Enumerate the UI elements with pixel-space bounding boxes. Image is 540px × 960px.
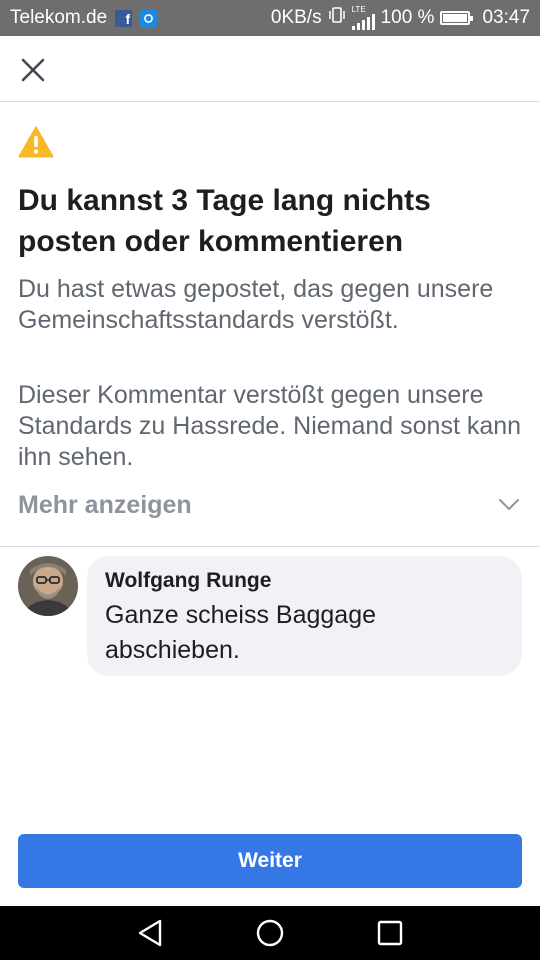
signal-icon — [351, 14, 375, 30]
chevron-down-icon — [499, 499, 519, 510]
network-speed: 0KB/s — [270, 7, 322, 28]
status-bar: Telekom.de f 0KB/s LTE 100 % 03:47 — [0, 0, 540, 36]
battery-icon — [440, 11, 474, 25]
home-icon — [256, 919, 284, 947]
clock: 03:47 — [482, 7, 530, 28]
carrier-name: Telekom.de — [10, 7, 108, 28]
avatar — [18, 556, 78, 616]
facebook-notification-icon: f — [115, 9, 133, 27]
warning-icon — [18, 126, 54, 163]
recents-button[interactable] — [375, 918, 405, 948]
divider — [0, 546, 540, 547]
comment-author[interactable]: Wolfgang Runge — [105, 568, 504, 594]
show-more-toggle[interactable]: Mehr anzeigen — [0, 482, 540, 532]
close-icon — [21, 58, 45, 82]
close-button[interactable] — [16, 53, 50, 87]
vibrate-icon — [328, 6, 346, 30]
notice-title: Du kannst 3 Tage lang nichts posten oder… — [18, 184, 431, 258]
battery-percent: 100 % — [380, 7, 435, 28]
continue-button[interactable]: Weiter — [18, 834, 522, 888]
dialog-header — [0, 36, 540, 102]
back-icon — [138, 919, 162, 947]
network-type: LTE — [351, 5, 366, 14]
recents-icon — [377, 920, 403, 946]
notice-description: Du hast etwas gepostet, das gegen unsere… — [18, 275, 494, 334]
system-navigation-bar — [0, 906, 540, 960]
comment-text: Ganze scheiss Baggage abschieben. — [105, 601, 377, 664]
comment-bubble: Wolfgang Runge Ganze scheiss Baggage abs… — [87, 556, 522, 676]
app-notification-icon — [140, 9, 158, 27]
home-button[interactable] — [255, 918, 285, 948]
back-button[interactable] — [136, 918, 166, 948]
show-more-label: Mehr anzeigen — [18, 491, 192, 519]
notice-reason: Dieser Kommentar verstößt gegen unsere S… — [18, 381, 522, 471]
signal-indicator: LTE — [351, 5, 375, 30]
